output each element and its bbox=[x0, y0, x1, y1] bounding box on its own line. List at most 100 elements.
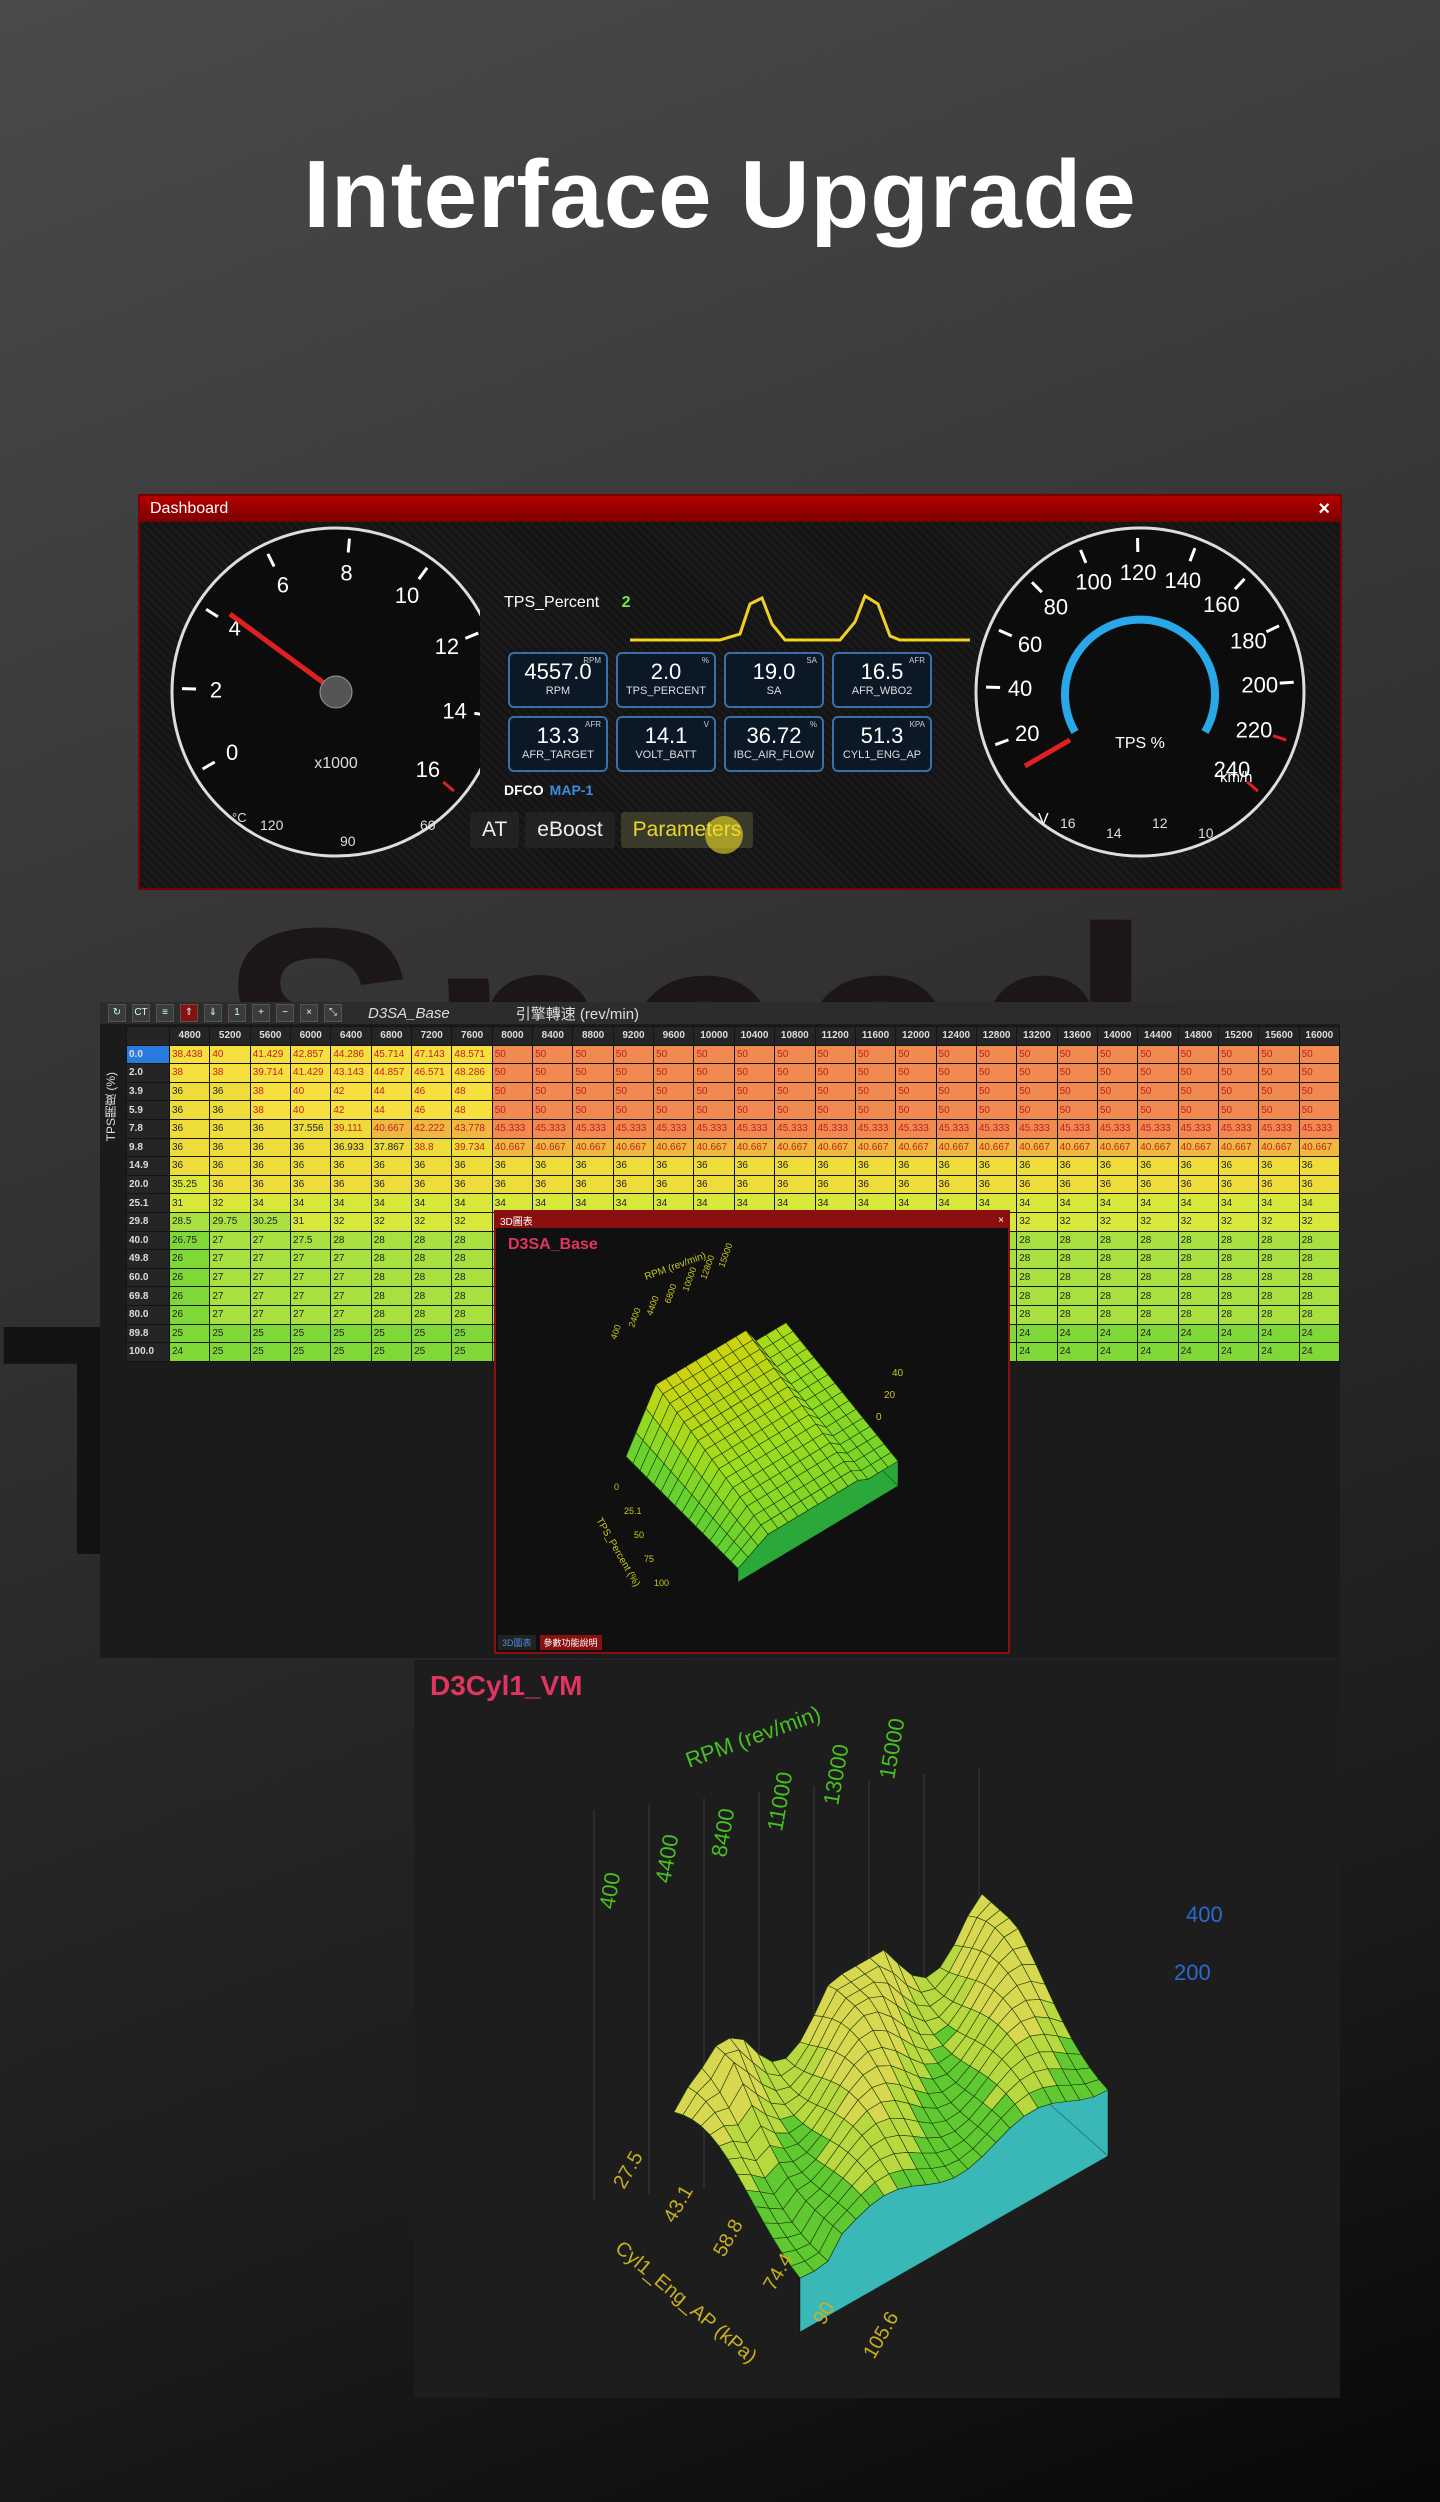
table-cell[interactable]: 25 bbox=[370, 1342, 413, 1362]
table-cell[interactable]: 34 bbox=[411, 1193, 453, 1213]
table-cell[interactable]: 36 bbox=[814, 1174, 856, 1195]
table-cell[interactable]: 36 bbox=[572, 1156, 614, 1176]
table-cell[interactable]: 36 bbox=[975, 1174, 1018, 1195]
table-cell[interactable]: 45.333 bbox=[1217, 1118, 1260, 1139]
table-cell[interactable]: 36 bbox=[249, 1118, 292, 1139]
table-cell[interactable]: 50 bbox=[935, 1063, 977, 1083]
table-cell[interactable]: 50 bbox=[854, 1063, 897, 1083]
toolbar-button[interactable]: + bbox=[252, 1004, 270, 1022]
table-cell[interactable]: 34 bbox=[249, 1193, 292, 1213]
toolbar-button[interactable]: ≡ bbox=[156, 1004, 174, 1022]
table-cell[interactable]: 50 bbox=[774, 1063, 816, 1083]
table-cell[interactable]: 36 bbox=[209, 1081, 251, 1102]
table-cell[interactable]: 45.333 bbox=[693, 1118, 735, 1139]
table-cell[interactable]: 36 bbox=[1096, 1174, 1139, 1195]
table-cell[interactable]: 36 bbox=[572, 1174, 614, 1195]
table-cell[interactable]: 50 bbox=[1177, 1063, 1219, 1083]
table-cell[interactable]: 34 bbox=[370, 1193, 413, 1213]
table-cell[interactable]: 40.667 bbox=[774, 1137, 816, 1158]
table-cell[interactable]: 50 bbox=[1016, 1063, 1058, 1083]
table-cell[interactable]: 36 bbox=[854, 1156, 897, 1176]
table-cell[interactable]: 50 bbox=[532, 1100, 574, 1120]
table-cell[interactable]: 28 bbox=[1137, 1267, 1179, 1288]
table-cell[interactable]: 28 bbox=[1258, 1304, 1300, 1325]
table-cell[interactable]: 28 bbox=[1056, 1267, 1098, 1288]
table-cell[interactable]: 28 bbox=[1258, 1267, 1300, 1288]
table-cell[interactable]: 50 bbox=[693, 1081, 735, 1102]
table-cell[interactable]: 36 bbox=[1056, 1156, 1098, 1176]
table-cell[interactable]: 50 bbox=[1137, 1081, 1179, 1102]
table-cell[interactable]: 25 bbox=[290, 1342, 332, 1362]
table-cell[interactable]: 28 bbox=[451, 1267, 493, 1288]
table-cell[interactable]: 36 bbox=[532, 1174, 574, 1195]
table-cell[interactable]: 50 bbox=[612, 1044, 655, 1065]
table-cell[interactable]: 36 bbox=[411, 1174, 453, 1195]
table-cell[interactable]: 44.857 bbox=[370, 1063, 413, 1083]
table-cell[interactable]: 32 bbox=[1137, 1211, 1179, 1232]
table-cell[interactable]: 28 bbox=[1298, 1267, 1340, 1288]
table-cell[interactable]: 27 bbox=[209, 1249, 251, 1269]
table-cell[interactable]: 32 bbox=[451, 1211, 493, 1232]
tile-tps-percent[interactable]: % 2.0 TPS_PERCENT bbox=[616, 652, 716, 708]
table-cell[interactable]: 28 bbox=[1096, 1267, 1139, 1288]
table-cell[interactable]: 36 bbox=[249, 1156, 292, 1176]
table-cell[interactable]: 28 bbox=[1016, 1230, 1058, 1251]
table-cell[interactable]: 28 bbox=[1177, 1304, 1219, 1325]
table-cell[interactable]: 42.857 bbox=[290, 1044, 332, 1065]
table-cell[interactable]: 28 bbox=[370, 1249, 413, 1269]
table-cell[interactable]: 50 bbox=[612, 1063, 655, 1083]
table-cell[interactable]: 50 bbox=[653, 1063, 695, 1083]
table-cell[interactable]: 50 bbox=[1056, 1100, 1098, 1120]
table-cell[interactable]: 36 bbox=[411, 1156, 453, 1176]
table-cell[interactable]: 40 bbox=[290, 1100, 332, 1120]
table-cell[interactable]: 28 bbox=[1177, 1267, 1219, 1288]
table-cell[interactable]: 42 bbox=[330, 1081, 372, 1102]
table-cell[interactable]: 45.333 bbox=[1258, 1118, 1300, 1139]
table-cell[interactable]: 31 bbox=[168, 1193, 211, 1213]
table-cell[interactable]: 28 bbox=[411, 1286, 453, 1306]
table-cell[interactable]: 50 bbox=[895, 1063, 937, 1083]
table-cell[interactable]: 25 bbox=[451, 1342, 493, 1362]
table-cell[interactable]: 36 bbox=[1056, 1174, 1098, 1195]
table-cell[interactable]: 45.333 bbox=[612, 1118, 655, 1139]
table-cell[interactable]: 39.111 bbox=[330, 1118, 372, 1139]
table-cell[interactable]: 28 bbox=[1056, 1249, 1098, 1269]
toolbar-button[interactable]: ⇑ bbox=[180, 1004, 198, 1022]
table-cell[interactable]: 39.714 bbox=[249, 1063, 292, 1083]
table-cell[interactable]: 50 bbox=[895, 1081, 937, 1102]
table-cell[interactable]: 25 bbox=[249, 1342, 292, 1362]
table-cell[interactable]: 50 bbox=[693, 1063, 735, 1083]
table-cell[interactable]: 28 bbox=[1016, 1249, 1058, 1269]
table-cell[interactable]: 50 bbox=[1298, 1081, 1340, 1102]
table-cell[interactable]: 36 bbox=[693, 1156, 735, 1176]
table-cell[interactable]: 46 bbox=[411, 1100, 453, 1120]
table-cell[interactable]: 50 bbox=[572, 1081, 614, 1102]
tab-eboost[interactable]: eBoost bbox=[525, 812, 615, 848]
table-cell[interactable]: 36 bbox=[168, 1137, 211, 1158]
table-cell[interactable]: 50 bbox=[854, 1100, 897, 1120]
table-cell[interactable]: 40.667 bbox=[975, 1137, 1018, 1158]
table-cell[interactable]: 45.333 bbox=[975, 1118, 1018, 1139]
table-cell[interactable]: 50 bbox=[532, 1081, 574, 1102]
table-cell[interactable]: 34 bbox=[1258, 1193, 1300, 1213]
table-cell[interactable]: 46.571 bbox=[411, 1063, 453, 1083]
table-cell[interactable]: 50 bbox=[935, 1081, 977, 1102]
table-cell[interactable]: 28 bbox=[1177, 1230, 1219, 1251]
table-cell[interactable]: 25 bbox=[209, 1323, 251, 1344]
table-cell[interactable]: 50 bbox=[1217, 1081, 1260, 1102]
table-cell[interactable]: 45.714 bbox=[370, 1044, 413, 1065]
table-cell[interactable]: 36 bbox=[290, 1156, 332, 1176]
table-cell[interactable]: 27 bbox=[249, 1230, 292, 1251]
table-cell[interactable]: 36 bbox=[330, 1156, 372, 1176]
table-cell[interactable]: 28 bbox=[1217, 1267, 1260, 1288]
table-cell[interactable]: 42.222 bbox=[411, 1118, 453, 1139]
table-cell[interactable]: 28 bbox=[1056, 1230, 1098, 1251]
table-cell[interactable]: 50 bbox=[491, 1044, 534, 1065]
table-cell[interactable]: 48 bbox=[451, 1100, 493, 1120]
table-cell[interactable]: 24 bbox=[1016, 1323, 1058, 1344]
table-cell[interactable]: 28 bbox=[1258, 1286, 1300, 1306]
table-cell[interactable]: 36 bbox=[1137, 1174, 1179, 1195]
table-cell[interactable]: 36 bbox=[733, 1174, 776, 1195]
table-cell[interactable]: 50 bbox=[1217, 1100, 1260, 1120]
table-cell[interactable]: 39.734 bbox=[451, 1137, 493, 1158]
